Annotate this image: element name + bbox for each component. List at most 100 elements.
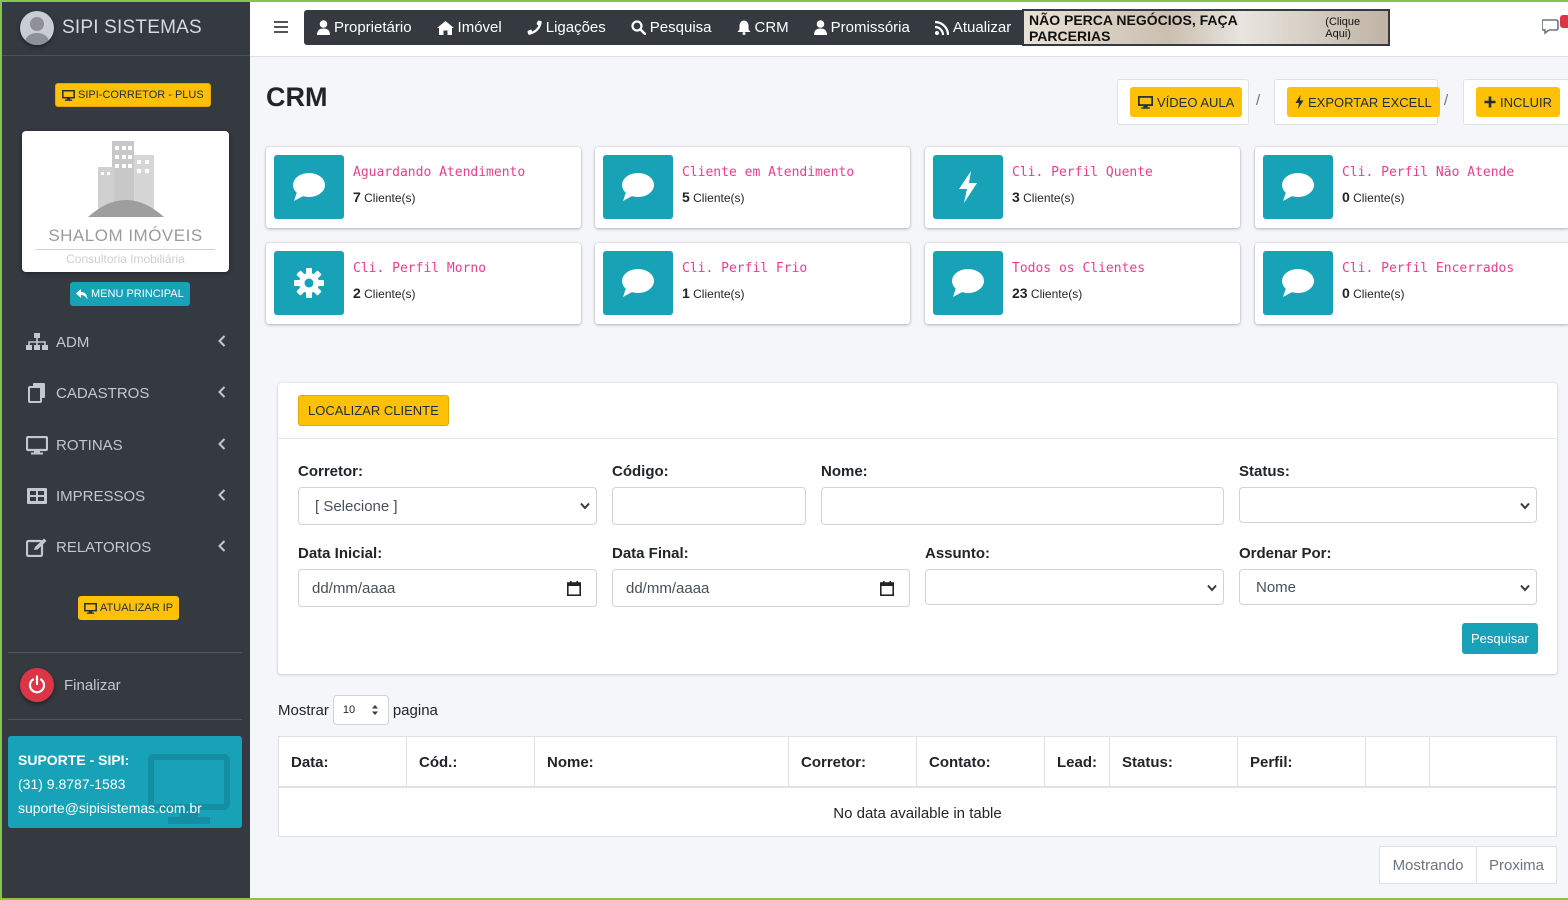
calendar-icon <box>567 581 581 596</box>
top-navbar: Proprietário Imóvel Ligações Pesquisa CR… <box>250 0 1568 57</box>
localizar-cliente-button[interactable]: LOCALIZAR CLIENTE <box>298 395 449 426</box>
info-box-todos[interactable]: Todos os Clientes 23 Cliente(s) <box>925 243 1240 324</box>
user-icon <box>813 20 827 35</box>
action-separator: / <box>1256 92 1261 109</box>
status-select[interactable] <box>1239 487 1537 523</box>
data-inicial-input[interactable]: dd/mm/aaaa <box>298 569 597 607</box>
notification-badge <box>1560 15 1568 28</box>
sidebar-item-relatorios[interactable]: RELATORIOS <box>0 527 250 567</box>
data-final-input[interactable]: dd/mm/aaaa <box>612 569 910 607</box>
calendar-icon <box>880 581 894 596</box>
length-prefix: Mostrar <box>278 701 329 719</box>
banner-link[interactable]: (Clique Aqui) <box>1325 16 1388 40</box>
nav-label: Ligações <box>545 19 606 36</box>
info-box-perfil-morno[interactable]: Cli. Perfil Morno 2 Cliente(s) <box>266 243 581 324</box>
column-header[interactable]: Cód.: <box>407 737 535 787</box>
data-inicial-label: Data Inicial: <box>298 545 383 562</box>
column-header[interactable] <box>1430 737 1558 787</box>
info-box-encerrados[interactable]: Cli. Perfil Encerrados 0 Cliente(s) <box>1255 243 1568 324</box>
codigo-input[interactable] <box>612 487 806 525</box>
info-box-title: Aguardando Atendimento <box>353 165 526 180</box>
logout-button[interactable]: Finalizar <box>20 668 121 702</box>
column-header[interactable]: Corretor: <box>789 737 917 787</box>
sidebar-item-label: IMPRESSOS <box>56 487 146 505</box>
column-header[interactable]: Nome: <box>535 737 789 787</box>
info-box-em-atendimento[interactable]: Cliente em Atendimento 5 Cliente(s) <box>595 147 910 228</box>
export-excel-button[interactable]: EXPORTAR EXCELL <box>1287 87 1440 117</box>
info-box-perfil-frio[interactable]: Cli. Perfil Frio 1 Cliente(s) <box>595 243 910 324</box>
info-box-aguardando[interactable]: Aguardando Atendimento 7 Cliente(s) <box>266 147 581 228</box>
nav-ligacoes[interactable]: Ligações <box>514 10 618 45</box>
nav-atualizar[interactable]: Atualizar <box>922 10 1023 45</box>
pagination-info[interactable]: Mostrando <box>1379 846 1477 884</box>
banner-text: NÃO PERCA NEGÓCIOS, FAÇA PARCERIAS <box>1029 11 1238 44</box>
corretor-select[interactable]: [ Selecione ] <box>298 487 597 525</box>
sidebar-item-rotinas[interactable]: ROTINAS <box>0 425 250 465</box>
assunto-select[interactable] <box>925 569 1224 605</box>
plan-badge-label: SIPI-CORRETOR - PLUS <box>78 89 204 101</box>
column-header[interactable]: Contato: <box>917 737 1045 787</box>
pagination-next[interactable]: Proxima <box>1476 846 1557 884</box>
logout-label: Finalizar <box>64 676 121 694</box>
nome-input[interactable] <box>821 487 1224 525</box>
incluir-button[interactable]: INCLUIR <box>1476 87 1561 117</box>
page-length-value: 10 <box>342 704 356 716</box>
column-header[interactable]: Lead: <box>1045 737 1110 787</box>
column-header[interactable] <box>1366 737 1430 787</box>
pesquisar-button[interactable]: Pesquisar <box>1462 623 1538 654</box>
menu-principal-button[interactable]: MENU PRINCIPAL <box>70 282 190 306</box>
building-logo-icon <box>88 141 164 217</box>
desktop-icon <box>84 602 97 614</box>
desktop-icon <box>1138 95 1153 109</box>
data-final-label: Data Final: <box>612 545 689 562</box>
partnership-banner[interactable]: NÃO PERCA NEGÓCIOS, FAÇA PARCERIAS (Cliq… <box>1022 9 1390 46</box>
search-card: LOCALIZAR CLIENTE Corretor: [ Selecione … <box>278 383 1557 674</box>
company-logo: SHALOM IMÓVEIS Consultoria Imobiliária <box>22 131 229 272</box>
table-header-divider <box>279 786 1556 788</box>
nav-promissoria[interactable]: Promissória <box>801 10 922 45</box>
info-box-count: 1 Cliente(s) <box>682 285 745 301</box>
status-label: Status: <box>1239 463 1290 480</box>
action-separator: / <box>1444 92 1449 109</box>
sidebar-item-cadastros[interactable]: CADASTROS <box>0 373 250 413</box>
ordenar-label: Ordenar Por: <box>1239 545 1332 562</box>
comment-icon <box>1263 155 1333 219</box>
logo-subtitle: Consultoria Imobiliária <box>66 252 185 266</box>
nav-label: Promissória <box>830 19 910 36</box>
column-header[interactable]: Perfil: <box>1238 737 1366 787</box>
incluir-label: INCLUIR <box>1500 94 1553 110</box>
ordenar-select[interactable]: Nome <box>1239 569 1537 605</box>
column-header[interactable]: Data: <box>279 737 407 787</box>
info-box-title: Cli. Perfil Encerrados <box>1342 261 1515 276</box>
video-aula-button[interactable]: VÍDEO AULA <box>1130 87 1243 117</box>
brand[interactable]: SIPI SISTEMAS <box>0 0 250 56</box>
info-box-nao-atende[interactable]: Cli. Perfil Não Atende 0 Cliente(s) <box>1255 147 1568 228</box>
column-header[interactable]: Status: <box>1110 737 1238 787</box>
nav-proprietario[interactable]: Proprietário <box>304 10 424 45</box>
page-length-select[interactable]: 10 <box>332 695 389 725</box>
info-box-count: 0 Cliente(s) <box>1342 189 1405 205</box>
info-box-perfil-quente[interactable]: Cli. Perfil Quente 3 Cliente(s) <box>925 147 1240 228</box>
hamburger-menu-icon[interactable] <box>274 20 288 34</box>
brand-avatar-icon <box>20 10 54 45</box>
nav-pesquisa[interactable]: Pesquisa <box>618 10 724 45</box>
atualizar-ip-button[interactable]: ATUALIZAR IP <box>78 596 180 620</box>
sidebar: SIPI SISTEMAS SIPI-CORRETOR - PLUS SHALO… <box>0 0 250 900</box>
nav-crm[interactable]: CRM <box>724 10 801 45</box>
video-aula-label: VÍDEO AULA <box>1157 94 1235 110</box>
nav-imovel[interactable]: Imóvel <box>424 10 514 45</box>
nav-label: Proprietário <box>334 19 412 36</box>
support-email[interactable]: suporte@sipisistemas.com.br <box>18 796 232 820</box>
nav-label: CRM <box>754 19 789 36</box>
rss-icon <box>934 20 949 35</box>
copy-icon <box>26 383 48 403</box>
chevron-left-icon <box>218 489 226 501</box>
chevron-down-icon <box>1207 584 1217 592</box>
data-inicial-value: dd/mm/aaaa <box>312 579 396 597</box>
sidebar-item-adm[interactable]: ADM <box>0 322 250 362</box>
nav-label: Pesquisa <box>649 19 712 36</box>
comments-icon[interactable] <box>1542 19 1562 35</box>
sidebar-item-impressos[interactable]: IMPRESSOS <box>0 476 250 516</box>
chevron-left-icon <box>218 540 226 552</box>
plan-badge[interactable]: SIPI-CORRETOR - PLUS <box>55 83 211 107</box>
